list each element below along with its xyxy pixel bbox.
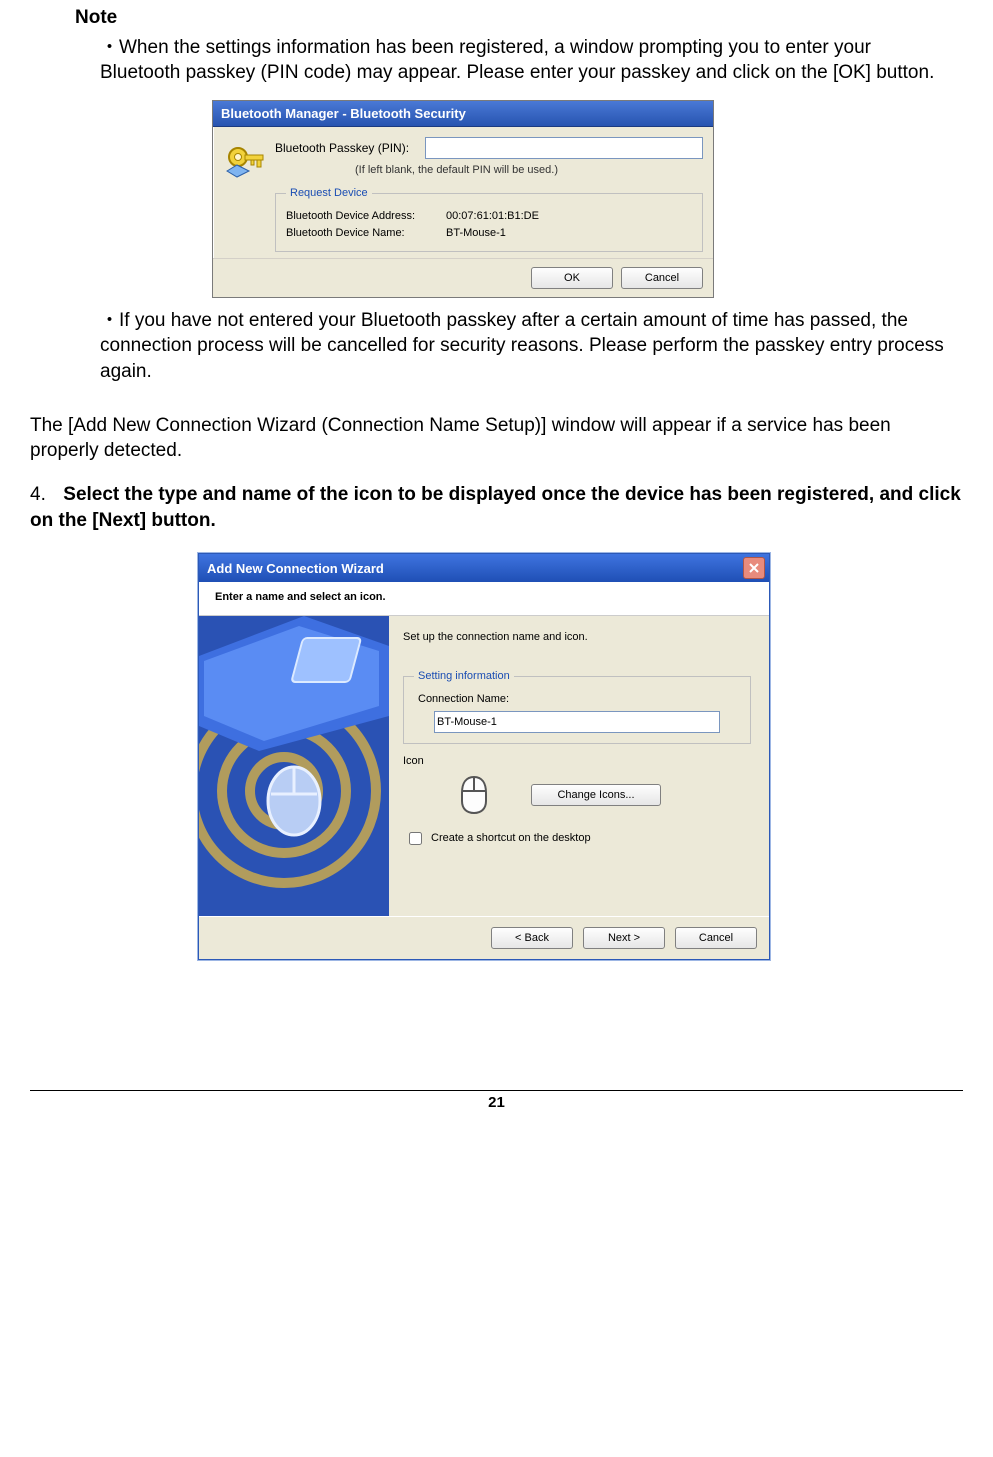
add-connection-wizard-dialog: Add New Connection Wizard Enter a name a… (198, 553, 770, 960)
create-shortcut-label: Create a shortcut on the desktop (431, 831, 591, 846)
cancel-button[interactable]: Cancel (621, 267, 703, 289)
setting-information-legend: Setting information (414, 669, 514, 684)
request-device-legend: Request Device (286, 186, 372, 201)
step-number: 4. (30, 482, 58, 508)
mouse-icon (457, 775, 491, 815)
connection-name-label: Connection Name: (418, 692, 740, 707)
window-title: Add New Connection Wizard (207, 560, 384, 578)
bluetooth-security-dialog: Bluetooth Manager - Bluetooth Security B… (212, 100, 714, 298)
footer-rule (30, 1090, 963, 1091)
ok-button[interactable]: OK (531, 267, 613, 289)
close-icon (749, 560, 759, 578)
note-bullet-1: ・When the settings information has been … (100, 35, 955, 86)
window-title: Bluetooth Manager - Bluetooth Security (213, 101, 713, 128)
create-shortcut-checkbox[interactable] (409, 832, 422, 845)
passkey-input[interactable] (425, 137, 703, 159)
setting-information-group: Setting information Connection Name: (403, 669, 751, 744)
device-name-label: Bluetooth Device Name: (286, 226, 446, 241)
device-address-value: 00:07:61:01:B1:DE (446, 209, 539, 224)
icon-label: Icon (403, 754, 751, 769)
cancel-button[interactable]: Cancel (675, 927, 757, 949)
passkey-label: Bluetooth Passkey (PIN): (275, 140, 425, 156)
close-button[interactable] (743, 557, 765, 579)
mid-paragraph: The [Add New Connection Wizard (Connecti… (30, 413, 963, 464)
wizard-intro-text: Set up the connection name and icon. (403, 630, 751, 645)
key-icon (223, 141, 267, 185)
wizard-header: Enter a name and select an icon. (199, 582, 769, 616)
note-bullet-2: ・If you have not entered your Bluetooth … (100, 308, 955, 385)
back-button[interactable]: < Back (491, 927, 573, 949)
wizard-banner-image (199, 616, 389, 916)
next-button[interactable]: Next > (583, 927, 665, 949)
connection-name-input[interactable] (434, 711, 720, 733)
request-device-group: Request Device Bluetooth Device Address:… (275, 186, 703, 252)
note-heading: Note (75, 5, 963, 31)
device-name-value: BT-Mouse-1 (446, 226, 506, 241)
passkey-hint: (If left blank, the default PIN will be … (355, 163, 703, 178)
step-instruction: Select the type and name of the icon to … (30, 484, 961, 531)
device-address-label: Bluetooth Device Address: (286, 209, 446, 224)
change-icons-button[interactable]: Change Icons... (531, 784, 661, 806)
page-number: 21 (30, 1093, 963, 1113)
